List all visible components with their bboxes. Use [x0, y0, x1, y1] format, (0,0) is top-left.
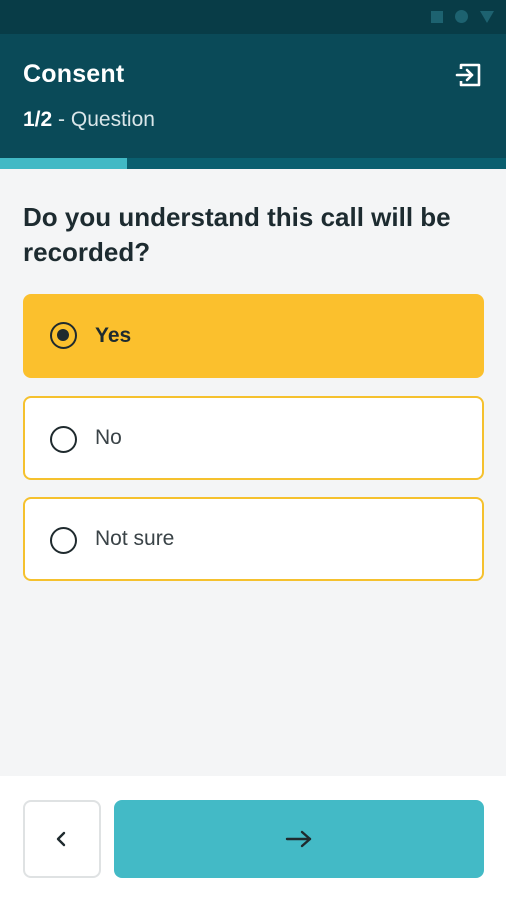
- exit-icon: [455, 63, 481, 87]
- back-triangle-icon: [480, 10, 494, 23]
- option-not-sure[interactable]: Not sure: [23, 497, 484, 581]
- radio-dot: [57, 329, 69, 341]
- status-icons: [431, 10, 494, 23]
- option-no[interactable]: No: [23, 396, 484, 480]
- option-yes[interactable]: Yes: [23, 294, 484, 378]
- option-label: Not sure: [95, 527, 175, 550]
- next-button[interactable]: [114, 800, 484, 878]
- bottom-bar: [0, 776, 506, 900]
- arrow-right-icon: [285, 830, 312, 848]
- back-button[interactable]: [23, 800, 101, 878]
- stop-icon: [431, 10, 443, 23]
- header: Consent 1/2 - Question: [0, 34, 506, 158]
- section-label: Question: [70, 108, 155, 131]
- option-label: No: [95, 426, 122, 449]
- radio-icon-checked: [50, 322, 77, 349]
- progress-separator: -: [52, 108, 71, 131]
- progress-fill: [0, 158, 127, 169]
- question-text: Do you understand this call will be reco…: [23, 202, 451, 267]
- exit-button[interactable]: [454, 60, 484, 90]
- progress-count: 1/2: [23, 108, 53, 131]
- page-title: Consent: [23, 60, 125, 88]
- home-icon: [455, 10, 468, 23]
- progress-bar: [0, 158, 506, 169]
- radio-icon: [50, 426, 77, 453]
- status-bar: [0, 0, 506, 34]
- option-label: Yes: [95, 324, 132, 347]
- radio-icon: [50, 527, 77, 554]
- progress-subtitle: 1/2 - Question: [23, 108, 155, 132]
- chevron-left-icon: [56, 831, 66, 847]
